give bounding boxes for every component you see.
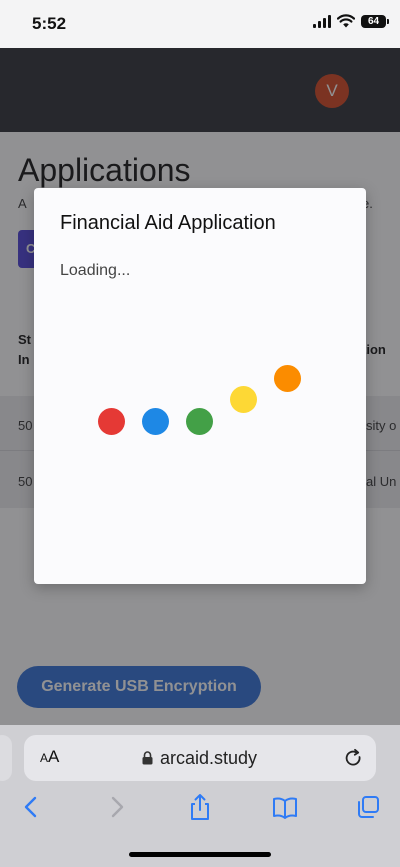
wifi-icon: [337, 14, 355, 28]
share-icon[interactable]: [187, 793, 213, 821]
status-time: 5:52: [32, 14, 67, 33]
home-indicator: [129, 852, 271, 857]
previous-tab-edge[interactable]: [0, 735, 12, 781]
battery-icon: 64: [361, 14, 389, 28]
forward-icon[interactable]: [104, 793, 130, 821]
reload-icon[interactable]: [344, 748, 364, 768]
cellular-signal-icon: [313, 14, 331, 28]
loading-dot-green: [186, 408, 213, 435]
status-icons: 64: [313, 14, 389, 28]
bookmarks-icon[interactable]: [272, 793, 298, 821]
loading-dot-blue: [142, 408, 169, 435]
address-bar[interactable]: AA arcaid.study: [24, 735, 376, 781]
text-size-button[interactable]: AA: [40, 747, 59, 767]
tabs-icon[interactable]: [355, 793, 381, 821]
loading-dot-orange: [274, 365, 301, 392]
modal-title: Financial Aid Application: [60, 212, 276, 234]
loading-dot-yellow: [230, 386, 257, 413]
url-text: arcaid.study: [160, 748, 258, 768]
loading-dot-red: [98, 408, 125, 435]
lock-icon: [142, 751, 153, 765]
browser-toolbar: [0, 789, 400, 829]
browser-bottom-bar: AA arcaid.study: [0, 725, 400, 867]
back-icon[interactable]: [18, 793, 44, 821]
status-bar: 5:52 64: [0, 0, 400, 48]
financial-aid-modal: Financial Aid Application Loading...: [34, 188, 366, 584]
loading-text: Loading...: [60, 262, 131, 279]
